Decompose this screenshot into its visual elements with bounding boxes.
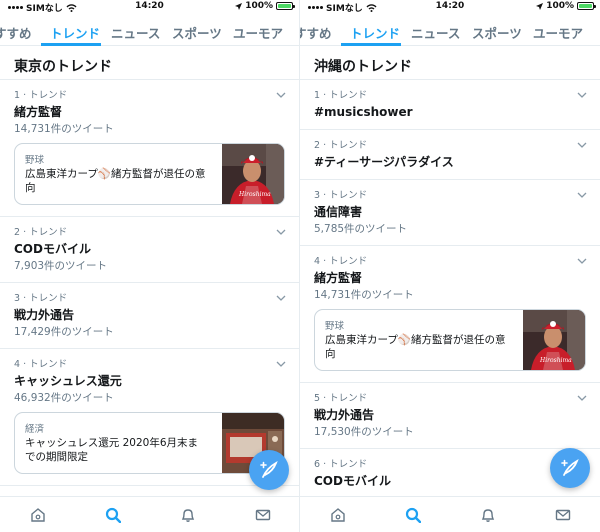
compose-tweet-icon bbox=[260, 461, 278, 478]
trend-name: CODモバイル bbox=[314, 474, 391, 488]
trend-rank: 6 · トレンド bbox=[314, 459, 368, 470]
explore-tabs: すすめ トレンド ニュース スポーツ ユーモア bbox=[0, 14, 299, 46]
trend-name: 通信障害 bbox=[314, 205, 363, 219]
trend-item[interactable]: 3 · トレンド 戦力外通告 17,429件のツイート bbox=[0, 283, 299, 349]
trend-name: 緒方監督 bbox=[14, 105, 63, 119]
mail-icon[interactable] bbox=[255, 507, 271, 523]
section-title: 東京のトレンド bbox=[0, 46, 299, 80]
card-category: 経済 bbox=[25, 424, 45, 435]
battery-percent: 100% bbox=[245, 1, 273, 11]
news-card[interactable]: 経済 キャッシュレス還元 2020年6月末までの期間限定 bbox=[14, 412, 285, 474]
trend-tweet-count: 14,731件のツイート bbox=[314, 289, 414, 301]
trend-name: 戦力外通告 bbox=[314, 408, 375, 422]
active-tab-indicator bbox=[41, 43, 101, 46]
chevron-down-icon[interactable] bbox=[275, 292, 287, 304]
trend-item[interactable]: 2 · トレンド #ティーサージパラダイス bbox=[300, 130, 600, 180]
trend-name: CODモバイル bbox=[14, 242, 91, 256]
tab-trends[interactable]: トレンド bbox=[350, 23, 400, 42]
svg-text:Hiroshima: Hiroshima bbox=[539, 357, 572, 364]
chevron-down-icon[interactable] bbox=[576, 139, 588, 151]
search-icon[interactable] bbox=[105, 507, 121, 523]
tab-recommended[interactable]: すすめ bbox=[300, 23, 332, 42]
trend-tweet-count: 17,429件のツイート bbox=[14, 326, 114, 338]
trend-rank: 3 · トレンド bbox=[314, 190, 368, 201]
trend-name: #ティーサージパラダイス bbox=[314, 155, 454, 169]
trend-rank: 1 · トレンド bbox=[314, 90, 368, 101]
trend-name: #musicshower bbox=[314, 105, 413, 119]
card-headline: 広島東洋カープ⚾️緒方監督が退任の意向 bbox=[25, 168, 206, 194]
trend-tweet-count: 14,731件のツイート bbox=[14, 123, 114, 135]
bell-icon[interactable] bbox=[480, 507, 496, 523]
chevron-down-icon[interactable] bbox=[576, 89, 588, 101]
trend-item[interactable]: 2 · トレンド CODモバイル 7,903件のツイート bbox=[0, 217, 299, 283]
battery-percent: 100% bbox=[546, 1, 574, 11]
card-headline: 広島東洋カープ⚾️緒方監督が退任の意向 bbox=[325, 334, 506, 360]
baseball-manager-photo: Hiroshima bbox=[523, 310, 585, 370]
news-card[interactable]: 野球 広島東洋カープ⚾️緒方監督が退任の意向 Hiroshima bbox=[14, 143, 285, 205]
active-tab-indicator bbox=[341, 43, 401, 46]
trend-rank: 4 · トレンド bbox=[14, 359, 68, 370]
trend-tweet-count: 46,932件のツイート bbox=[14, 392, 114, 404]
trend-rank: 4 · トレンド bbox=[314, 256, 368, 267]
bottom-navigation bbox=[0, 496, 299, 532]
trend-tweet-count: 7,903件のツイート bbox=[14, 260, 108, 272]
trend-item[interactable]: 5 · トレンド 戦力外通告 17,530件のツイート bbox=[300, 383, 600, 449]
home-icon[interactable] bbox=[30, 507, 46, 523]
trend-item[interactable]: 1 · トレンド #musicshower bbox=[300, 80, 600, 130]
trend-tweet-count: 17,530件のツイート bbox=[314, 426, 414, 438]
card-category: 野球 bbox=[25, 155, 45, 166]
screen-tokyo-trends: SIMなし 14:20 100% すすめ トレンド ニュース スポーツ ユーモア… bbox=[0, 0, 300, 532]
chevron-down-icon[interactable] bbox=[275, 89, 287, 101]
status-bar: SIMなし 14:20 100% bbox=[300, 0, 600, 14]
mail-icon[interactable] bbox=[555, 507, 571, 523]
bell-icon[interactable] bbox=[180, 507, 196, 523]
screen-okinawa-trends: SIMなし 14:20 100% すすめ トレンド ニュース スポーツ ユーモア… bbox=[300, 0, 600, 532]
trend-rank: 2 · トレンド bbox=[314, 140, 368, 151]
tab-sports[interactable]: スポーツ bbox=[172, 23, 222, 42]
trend-name: キャッシュレス還元 bbox=[14, 374, 122, 388]
trend-name: 戦力外通告 bbox=[14, 308, 75, 322]
tab-news[interactable]: ニュース bbox=[111, 23, 160, 42]
tab-humor[interactable]: ユーモア bbox=[233, 23, 283, 42]
compose-tweet-button[interactable] bbox=[249, 450, 289, 490]
chevron-down-icon[interactable] bbox=[576, 392, 588, 404]
chevron-down-icon[interactable] bbox=[576, 189, 588, 201]
trend-rank: 2 · トレンド bbox=[14, 227, 68, 238]
section-title: 沖縄のトレンド bbox=[300, 46, 600, 80]
compose-tweet-button[interactable] bbox=[550, 448, 590, 488]
tab-news[interactable]: ニュース bbox=[411, 23, 460, 42]
trend-item[interactable]: 4 · トレンド 緒方監督 14,731件のツイート 野球 広島東洋カープ⚾️緒… bbox=[300, 246, 600, 383]
trend-rank: 1 · トレンド bbox=[14, 90, 68, 101]
card-category: 野球 bbox=[325, 321, 345, 332]
svg-text:Hiroshima: Hiroshima bbox=[238, 191, 271, 198]
trend-rank: 5 · トレンド bbox=[314, 393, 368, 404]
tab-trends[interactable]: トレンド bbox=[50, 23, 100, 42]
trend-tweet-count: 5,785件のツイート bbox=[314, 223, 408, 235]
battery-icon bbox=[276, 2, 295, 10]
location-arrow-icon bbox=[235, 2, 243, 10]
battery-icon bbox=[577, 2, 596, 10]
bottom-navigation bbox=[300, 496, 600, 532]
card-headline: キャッシュレス還元 2020年6月末までの期間限定 bbox=[25, 437, 199, 463]
trend-item[interactable]: 1 · トレンド 緒方監督 14,731件のツイート 野球 広島東洋カープ⚾️緒… bbox=[0, 80, 299, 217]
chevron-down-icon[interactable] bbox=[275, 226, 287, 238]
home-icon[interactable] bbox=[330, 507, 346, 523]
tab-sports[interactable]: スポーツ bbox=[472, 23, 522, 42]
compose-tweet-icon bbox=[561, 459, 579, 476]
tab-recommended[interactable]: すすめ bbox=[0, 23, 32, 42]
explore-tabs: すすめ トレンド ニュース スポーツ ユーモア bbox=[300, 14, 600, 46]
trend-name: 緒方監督 bbox=[314, 271, 363, 285]
chevron-down-icon[interactable] bbox=[275, 358, 287, 370]
trend-rank: 3 · トレンド bbox=[14, 293, 68, 304]
baseball-manager-photo: Hiroshima bbox=[222, 144, 284, 204]
chevron-down-icon[interactable] bbox=[576, 255, 588, 267]
location-arrow-icon bbox=[536, 2, 544, 10]
status-bar: SIMなし 14:20 100% bbox=[0, 0, 299, 14]
search-icon[interactable] bbox=[405, 507, 421, 523]
tab-humor[interactable]: ユーモア bbox=[533, 23, 583, 42]
news-card[interactable]: 野球 広島東洋カープ⚾️緒方監督が退任の意向 Hiroshima bbox=[314, 309, 586, 371]
trend-item[interactable]: 3 · トレンド 通信障害 5,785件のツイート bbox=[300, 180, 600, 246]
